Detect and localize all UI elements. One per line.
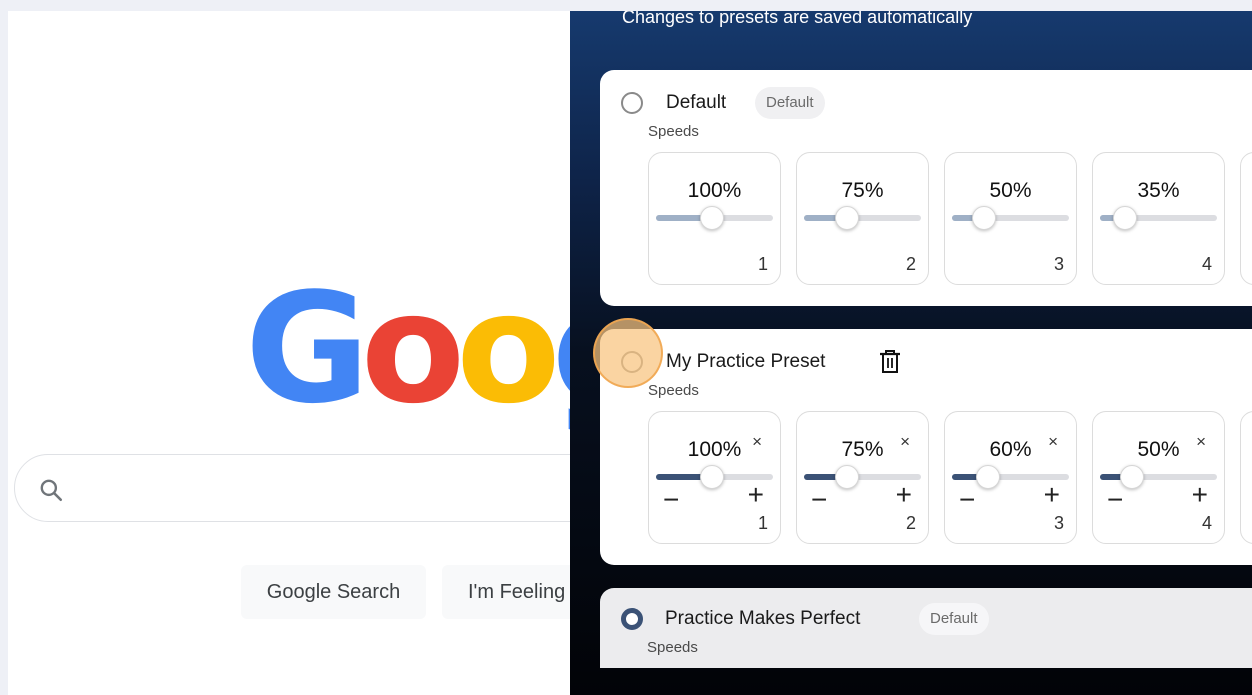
logo-letter-o2: o xyxy=(456,260,560,437)
speeds-label: Speeds xyxy=(647,639,698,656)
speed-value: 75% xyxy=(841,179,884,202)
speed-index: 1 xyxy=(757,513,768,533)
decrease-button[interactable]: − xyxy=(959,486,975,514)
default-badge: Default xyxy=(755,87,825,119)
slider-thumb[interactable] xyxy=(700,465,725,489)
google-search-button[interactable]: Google Search xyxy=(241,565,426,619)
search-input[interactable] xyxy=(14,454,634,522)
preset-card-practice-makes-perfect[interactable]: Practice Makes Perfect Default Speeds xyxy=(600,588,1252,668)
speed-slider[interactable] xyxy=(952,206,1069,230)
speed-tile[interactable]: × 50% − + 4 xyxy=(1092,411,1225,544)
increase-button[interactable]: + xyxy=(1044,481,1060,509)
speeds-label: Speeds xyxy=(648,123,699,140)
preset-radio-selected[interactable] xyxy=(621,608,643,630)
click-highlight xyxy=(593,318,663,388)
speed-tile[interactable]: 100% 1 xyxy=(648,152,781,285)
speed-value: 100% xyxy=(687,179,742,202)
speed-value: 35% xyxy=(1137,179,1180,202)
speed-tile[interactable]: × 100% − + 1 xyxy=(648,411,781,544)
speed-slider[interactable] xyxy=(804,206,921,230)
speed-tile-partial[interactable] xyxy=(1240,152,1252,285)
autosave-note: Changes to presets are saved automatical… xyxy=(622,11,973,27)
slider-thumb[interactable] xyxy=(971,206,996,230)
speed-tile[interactable]: 75% 2 xyxy=(796,152,929,285)
speed-index: 3 xyxy=(1053,513,1064,533)
slider-thumb[interactable] xyxy=(700,206,725,230)
speed-index: 1 xyxy=(757,254,768,274)
logo-letter-g: G xyxy=(245,260,370,437)
slider-thumb[interactable] xyxy=(835,465,860,489)
slider-thumb[interactable] xyxy=(976,465,1001,489)
logo-letter-o1: o xyxy=(360,260,465,437)
preset-card-default[interactable]: Default Default Speeds 100% 1 75% 2 50% … xyxy=(600,70,1252,306)
speed-value: 100% xyxy=(687,438,742,461)
speed-tile[interactable]: 35% 4 xyxy=(1092,152,1225,285)
speed-slider[interactable] xyxy=(656,206,773,230)
preset-name: Practice Makes Perfect xyxy=(665,608,861,629)
speed-index: 3 xyxy=(1053,254,1064,274)
speed-tile[interactable]: × 60% − + 3 xyxy=(944,411,1077,544)
speed-value: 50% xyxy=(989,179,1032,202)
increase-button[interactable]: + xyxy=(1192,481,1208,509)
decrease-button[interactable]: − xyxy=(1107,486,1123,514)
slider-thumb[interactable] xyxy=(1112,206,1137,230)
speeds-label: Speeds xyxy=(648,382,699,399)
preset-name: My Practice Preset xyxy=(666,351,826,372)
speed-index: 4 xyxy=(1201,513,1212,533)
speed-value: 50% xyxy=(1137,438,1180,461)
speed-value: 75% xyxy=(841,438,884,461)
default-badge: Default xyxy=(919,603,989,635)
preset-name: Default xyxy=(666,92,727,113)
speed-index: 2 xyxy=(905,254,916,274)
increase-button[interactable]: + xyxy=(748,481,764,509)
speed-tile[interactable]: 50% 3 xyxy=(944,152,1077,285)
decrease-button[interactable]: − xyxy=(811,486,827,514)
trash-icon[interactable] xyxy=(878,349,902,375)
speed-presets-panel: Changes to presets are saved automatical… xyxy=(570,11,1252,695)
speed-tile[interactable]: × 75% − + 2 xyxy=(796,411,929,544)
speed-tile-partial[interactable] xyxy=(1240,411,1252,544)
speed-index: 4 xyxy=(1201,254,1212,274)
speed-index: 2 xyxy=(905,513,916,533)
slider-thumb[interactable] xyxy=(835,206,860,230)
increase-button[interactable]: + xyxy=(896,481,912,509)
decrease-button[interactable]: − xyxy=(663,486,679,514)
preset-card-my-practice[interactable]: My Practice Preset Speeds × 100% − + 1 ×… xyxy=(600,329,1252,565)
speed-value: 60% xyxy=(989,438,1032,461)
speed-slider[interactable] xyxy=(1100,206,1217,230)
preset-radio[interactable] xyxy=(621,92,643,114)
search-icon xyxy=(40,479,63,502)
